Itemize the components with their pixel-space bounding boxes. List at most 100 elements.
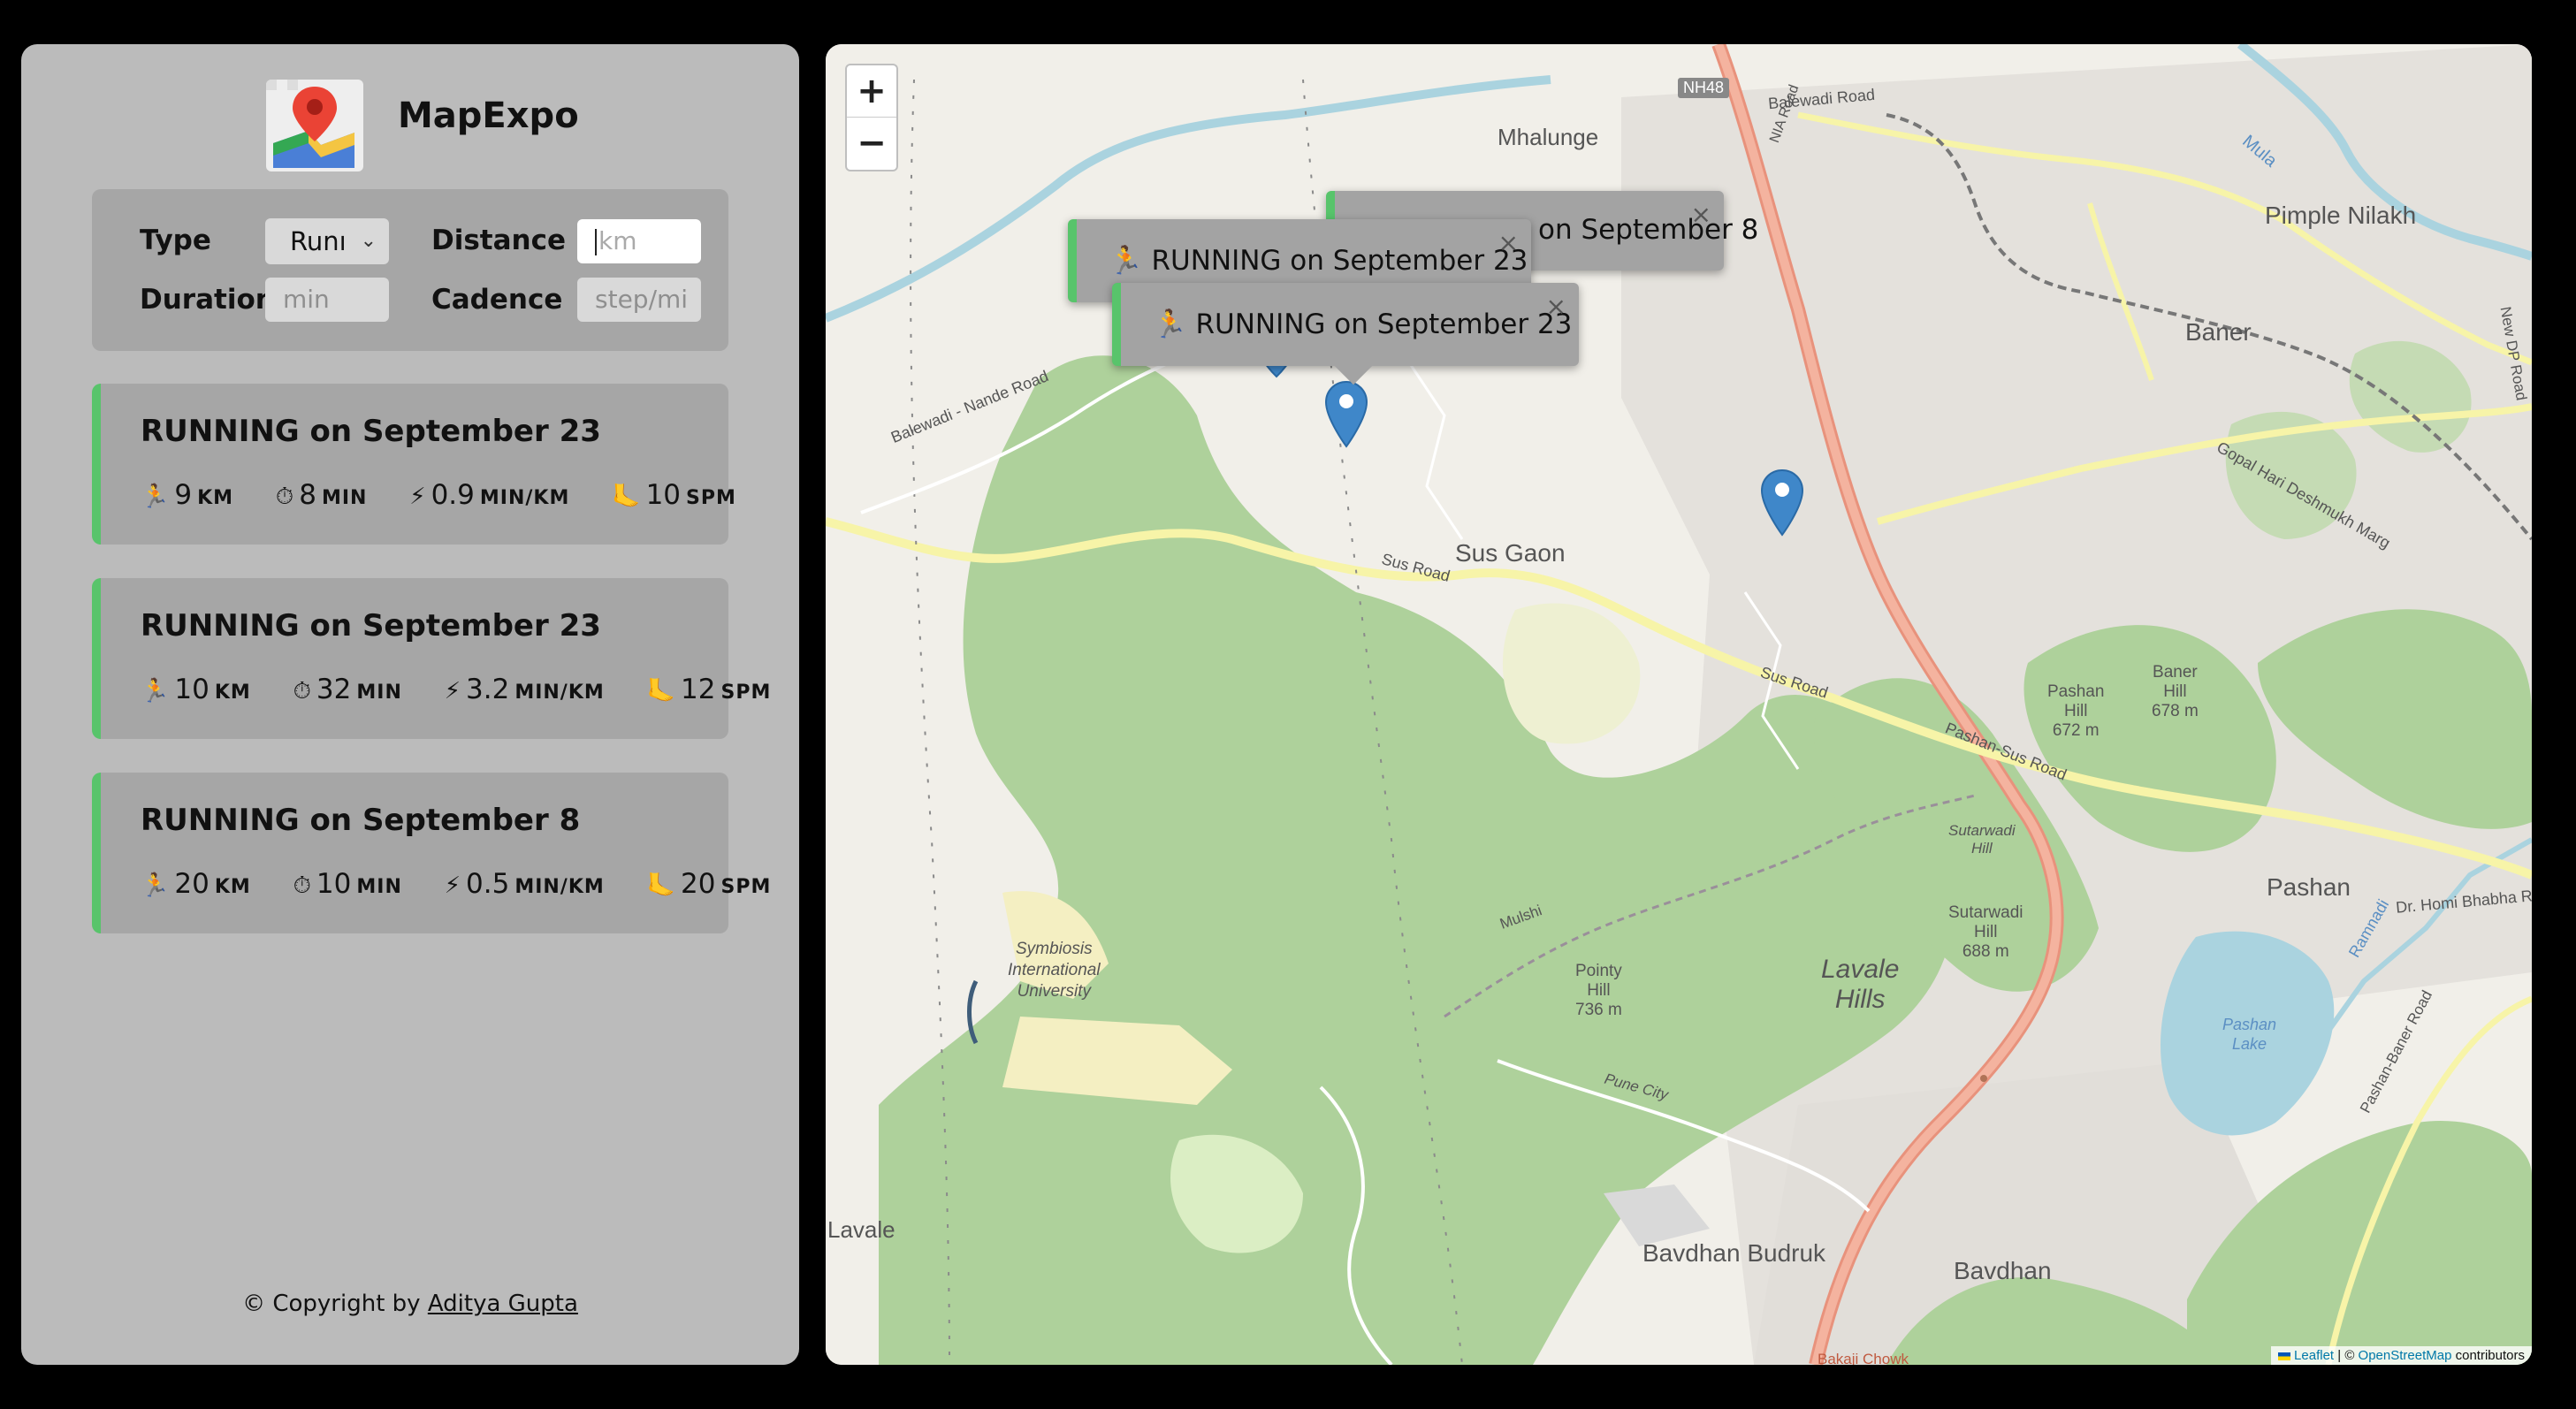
- duration-unit: MIN: [321, 487, 368, 509]
- author-link[interactable]: Aditya Gupta: [428, 1291, 578, 1317]
- distance-stat: 🏃 9 KM: [141, 479, 233, 511]
- osm-link[interactable]: OpenStreetMap: [2359, 1348, 2452, 1363]
- map-label-lavale-hills: Lavale Hills: [1821, 955, 1899, 1015]
- lavale-hills-line2: Hills: [1834, 985, 1886, 1014]
- cadence-unit: SPM: [686, 487, 736, 509]
- map-label-baner-hill: Baner Hill 678 m: [2152, 663, 2199, 721]
- workout-card[interactable]: RUNNING on September 8 🏃 20 KM ⏱ 10 MIN ⚡ 0.5…: [92, 773, 770, 933]
- duration-value: 8: [299, 479, 316, 511]
- runner-icon: 🏃: [141, 872, 170, 899]
- duration-stat: ⏱ 8 MIN: [276, 479, 368, 511]
- map-label-sutarwadi-hill: Sutarwadi Hill: [1948, 822, 2016, 857]
- cadence-label: Cadence: [431, 284, 563, 316]
- popup-text: RUNNING on September 23: [1151, 245, 1528, 277]
- pace-unit: MIN/KM: [514, 682, 605, 704]
- zoom-in-button[interactable]: +: [847, 65, 896, 118]
- duration-label: Duration: [140, 284, 275, 316]
- flag-icon: [2278, 1352, 2291, 1360]
- workout-card[interactable]: RUNNING on September 23 🏃 9 KM ⏱ 8 MIN ⚡ 0.9 M…: [92, 384, 735, 545]
- map-label-pimple-nilakh: Pimple Nilakh: [2265, 202, 2417, 229]
- leaflet-link[interactable]: Leaflet: [2294, 1348, 2334, 1363]
- pashan-lake-line2: Lake: [2232, 1035, 2267, 1053]
- distance-label: Distance: [431, 225, 567, 256]
- foot-icon: 🦶: [646, 678, 676, 704]
- map-view[interactable]: Mhalunge NH48 NIA Road Balewadi Road Pim…: [826, 44, 2532, 1365]
- sutarwadi-peak-line2: Hill: [1974, 923, 1998, 941]
- workout-title: RUNNING on September 23: [141, 414, 601, 449]
- map-label-nh48: NH48: [1678, 78, 1730, 98]
- pace-value: 0.5: [466, 868, 510, 900]
- duration-stat: ⏱ 10 MIN: [293, 868, 402, 900]
- pace-stat: ⚡ 0.5 MIN/KM: [445, 868, 605, 900]
- lightning-icon: ⚡: [444, 872, 461, 899]
- map-label-lavale: Lavale: [827, 1216, 896, 1243]
- distance-unit: KM: [197, 487, 234, 509]
- map-label-baner: Baner: [2185, 318, 2252, 346]
- sutarwadi-hill-line1: Sutarwadi: [1948, 822, 2016, 839]
- pointy-hill-height: 736 m: [1575, 1001, 1622, 1019]
- popup-text-row: 🏃 RUNNING on September 23: [1109, 244, 1528, 277]
- type-select-value: Runı: [290, 226, 347, 256]
- attribution-separator: | ©: [2334, 1348, 2359, 1363]
- symbiosis-line2: International: [1008, 961, 1101, 979]
- duration-value: 32: [316, 674, 352, 705]
- distance-stat: 🏃 20 KM: [141, 868, 251, 900]
- copyright-text: © Copyright by: [242, 1291, 428, 1317]
- workout-card[interactable]: RUNNING on September 23 🏃 10 KM ⏱ 32 MIN ⚡ 3.…: [92, 578, 770, 739]
- runner-icon: 🏃: [141, 484, 170, 510]
- map-label-pashan-lake: Pashan Lake: [2222, 1015, 2276, 1054]
- type-select[interactable]: Runı ⌄: [265, 218, 389, 264]
- duration-unit: MIN: [356, 876, 402, 898]
- pace-value: 0.9: [431, 479, 475, 511]
- map-label-symbiosis: Symbiosis International University: [1008, 939, 1101, 1002]
- pace-unit: MIN/KM: [514, 876, 605, 898]
- workout-stats: 🏃 10 KM ⏱ 32 MIN ⚡ 3.2 MIN/KM 🦶 12 SPM: [141, 674, 804, 705]
- map-label-pashan: Pashan: [2267, 873, 2351, 901]
- close-icon[interactable]: ×: [1691, 200, 1711, 229]
- baner-hill-height: 678 m: [2152, 702, 2199, 720]
- sutarwadi-peak-line1: Sutarwadi: [1948, 903, 2023, 922]
- map-marker[interactable]: [1323, 380, 1369, 453]
- zoom-out-button[interactable]: −: [847, 118, 896, 169]
- pashan-hill-height: 672 m: [2052, 721, 2100, 740]
- symbiosis-line3: University: [1017, 982, 1091, 1001]
- stopwatch-icon: ⏱: [293, 678, 311, 704]
- lightning-icon: ⚡: [409, 484, 426, 510]
- pace-stat: ⚡ 0.9 MIN/KM: [409, 479, 569, 511]
- distance-value: 9: [174, 479, 193, 511]
- chevron-down-icon: ⌄: [360, 230, 377, 252]
- map-label-sus-gaon: Sus Gaon: [1455, 539, 1566, 567]
- baner-hill-line2: Hill: [2163, 682, 2187, 701]
- popup-text-row: 🏃 RUNNING on September 23: [1153, 308, 1572, 340]
- sutarwadi-peak-height: 688 m: [1962, 942, 2009, 961]
- workout-stats: 🏃 9 KM ⏱ 8 MIN ⚡ 0.9 MIN/KM 🦶 10 SPM: [141, 479, 770, 511]
- map-marker[interactable]: [1759, 468, 1805, 541]
- cadence-value: 12: [681, 674, 716, 705]
- pace-unit: MIN/KM: [479, 487, 570, 509]
- distance-placeholder: km: [598, 226, 637, 255]
- distance-stat: 🏃 10 KM: [141, 674, 251, 705]
- workout-title: RUNNING on September 8: [141, 803, 581, 838]
- duration-input[interactable]: min: [265, 278, 389, 322]
- workout-popup[interactable]: 🏃 RUNNING on September 23 ×: [1112, 283, 1579, 385]
- sutarwadi-hill-line2: Hill: [1971, 840, 1993, 857]
- duration-unit: MIN: [356, 682, 402, 704]
- close-icon[interactable]: ×: [1546, 292, 1566, 321]
- cadence-input[interactable]: step/mi: [577, 278, 701, 322]
- stopwatch-icon: ⏱: [293, 872, 311, 899]
- baner-hill-line1: Baner: [2153, 663, 2198, 682]
- map-label-mhalunge: Mhalunge: [1498, 124, 1599, 150]
- foot-icon: 🦶: [646, 872, 676, 899]
- workout-title: RUNNING on September 23: [141, 608, 601, 644]
- close-icon[interactable]: ×: [1498, 228, 1519, 257]
- lightning-icon: ⚡: [444, 678, 461, 704]
- cadence-stat: 🦶 10 SPM: [612, 479, 736, 511]
- lavale-hills-line1: Lavale: [1821, 955, 1900, 984]
- duration-value: 10: [316, 868, 352, 900]
- cadence-unit: SPM: [720, 876, 772, 898]
- distance-input[interactable]: km: [577, 219, 701, 263]
- brand: MapExpo: [21, 80, 799, 177]
- pace-value: 3.2: [466, 674, 510, 705]
- distance-value: 20: [174, 868, 210, 900]
- foot-icon: 🦶: [612, 484, 641, 510]
